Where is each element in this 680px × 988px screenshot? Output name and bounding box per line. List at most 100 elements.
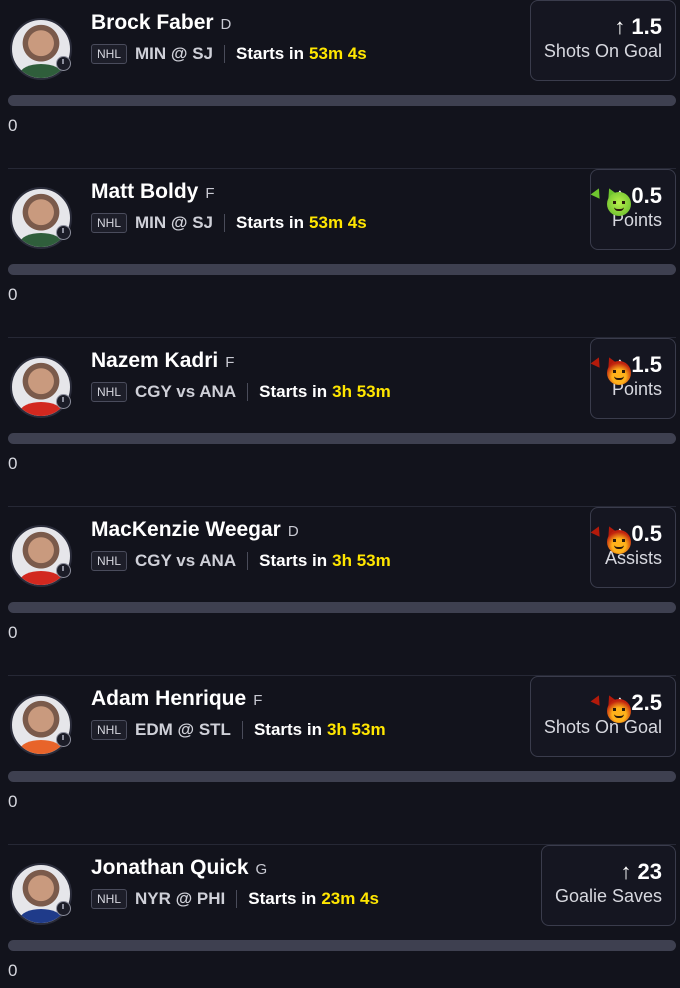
horn-shape	[590, 186, 604, 199]
starts-label: Starts in	[236, 213, 305, 232]
eyes-shape	[613, 708, 626, 711]
name-row: Nazem Kadri F	[91, 349, 234, 373]
player-prop-card-1[interactable]: Matt Boldy F NHL MIN @ SJ Starts in 53m …	[8, 169, 676, 338]
horn-shape	[590, 693, 604, 706]
divider	[224, 214, 225, 232]
progress-bar	[8, 771, 676, 782]
countdown: 3h 53m	[326, 720, 386, 739]
countdown: 3h 53m	[332, 382, 391, 401]
name-row: Matt Boldy F	[91, 180, 215, 204]
player-position: F	[253, 692, 263, 709]
starts-label: Starts in	[248, 889, 317, 908]
countdown: 23m 4s	[321, 889, 379, 908]
player-name: Brock Faber	[91, 11, 214, 34]
prop-line-value: 1.5	[631, 352, 662, 377]
prop-line-row: ↑ 23	[555, 858, 662, 886]
prop-line-row: ↑ 1.5	[544, 13, 662, 41]
starts-label: Starts in	[253, 720, 322, 739]
prop-line-row: ↑ 2.5	[544, 689, 662, 723]
progress-value: 0	[8, 792, 18, 811]
prop-line-value: 23	[637, 859, 662, 884]
player-prop-card-0[interactable]: Brock Faber D NHL MIN @ SJ Starts in 53m…	[8, 0, 676, 169]
eyes-shape	[613, 539, 626, 542]
game-info: NHL EDM @ STL Starts in 3h 53m	[91, 720, 386, 740]
prop-line-button[interactable]: ↑ 2.5 Shots On Goal	[529, 676, 676, 757]
player-position: D	[287, 523, 299, 540]
player-props-list: Brock Faber D NHL MIN @ SJ Starts in 53m…	[0, 0, 680, 988]
name-row: Jonathan Quick G	[91, 856, 267, 880]
player-avatar	[9, 516, 72, 587]
starts-label: Starts in	[259, 382, 328, 401]
prop-stat-type: Shots On Goal	[543, 717, 662, 737]
emoji-slot	[590, 355, 632, 385]
horn-shape	[590, 524, 604, 537]
player-prop-card-2[interactable]: Nazem Kadri F NHL CGY vs ANA Starts in 3…	[8, 338, 676, 507]
progress-bar	[8, 95, 676, 106]
matchup: CGY vs ANA	[135, 551, 237, 570]
league-badge: NHL	[91, 382, 128, 402]
progress-value: 0	[8, 623, 18, 642]
league-badge: NHL	[91, 551, 128, 571]
league-badge: NHL	[91, 44, 128, 64]
player-position: G	[255, 861, 268, 878]
name-row: MacKenzie Weegar D	[91, 518, 299, 542]
prop-line-row: ↑ 0.5	[590, 520, 662, 554]
starts-label: Starts in	[259, 551, 328, 570]
arrow-up-icon: ↑	[620, 859, 632, 884]
clock-icon	[56, 225, 71, 240]
matchup: EDM @ STL	[135, 720, 231, 739]
game-info: NHL NYR @ PHI Starts in 23m 4s	[91, 889, 379, 909]
matchup: CGY vs ANA	[135, 382, 237, 401]
progress-value: 0	[8, 116, 18, 135]
countdown: 53m 4s	[309, 213, 367, 232]
emoji-slot	[590, 524, 632, 554]
starts-label: Starts in	[236, 44, 305, 63]
horn-shape	[590, 355, 604, 368]
player-prop-card-3[interactable]: MacKenzie Weegar D NHL CGY vs ANA Starts…	[8, 507, 676, 676]
prop-line-value: 2.5	[631, 690, 662, 715]
player-prop-card-4[interactable]: Adam Henrique F NHL EDM @ STL Starts in …	[8, 676, 676, 845]
emoji-slot	[590, 693, 632, 723]
eyes-shape	[613, 370, 626, 373]
game-info: NHL CGY vs ANA Starts in 3h 53m	[91, 551, 391, 571]
progress-value: 0	[8, 454, 18, 473]
player-name: Nazem Kadri	[91, 349, 219, 372]
player-position: F	[205, 185, 215, 202]
prop-line-button[interactable]: ↑ 23 Goalie Saves	[540, 845, 676, 926]
name-row: Adam Henrique F	[91, 687, 262, 711]
prop-line-value: 0.5	[631, 521, 662, 546]
player-position: F	[225, 354, 235, 371]
player-prop-card-5[interactable]: Jonathan Quick G NHL NYR @ PHI Starts in…	[8, 845, 676, 988]
player-position: D	[220, 16, 232, 33]
player-avatar	[9, 9, 72, 80]
progress-value: 0	[8, 285, 18, 304]
progress-bar	[8, 264, 676, 275]
player-avatar	[9, 685, 72, 756]
divider	[247, 383, 249, 401]
player-name: MacKenzie Weegar	[91, 518, 281, 541]
divider	[241, 721, 243, 739]
player-name: Adam Henrique	[91, 687, 247, 710]
prop-line-value: 0.5	[631, 183, 662, 208]
prop-stat-type: Goalie Saves	[554, 886, 662, 906]
divider	[224, 45, 225, 63]
game-info: NHL MIN @ SJ Starts in 53m 4s	[91, 213, 367, 233]
prop-line-value: 1.5	[631, 14, 662, 39]
name-row: Brock Faber D	[91, 11, 231, 35]
game-info: NHL CGY vs ANA Starts in 3h 53m	[91, 382, 391, 402]
player-name: Jonathan Quick	[91, 856, 249, 879]
player-avatar	[9, 178, 72, 249]
league-badge: NHL	[91, 213, 128, 233]
countdown: 53m 4s	[309, 44, 367, 63]
prop-line-button[interactable]: ↑ 0.5 Assists	[590, 507, 676, 588]
prop-line-button[interactable]: ↑ 1.5 Shots On Goal	[529, 0, 676, 81]
prop-line-row: ↑ 0.5	[590, 182, 662, 216]
progress-bar	[8, 602, 676, 613]
divider	[247, 552, 249, 570]
prop-line-button[interactable]: ↑ 0.5 Points	[590, 169, 676, 250]
countdown: 3h 53m	[332, 551, 391, 570]
eyes-shape	[613, 201, 626, 204]
league-badge: NHL	[91, 889, 128, 909]
player-avatar	[9, 347, 72, 418]
prop-line-button[interactable]: ↑ 1.5 Points	[590, 338, 676, 419]
